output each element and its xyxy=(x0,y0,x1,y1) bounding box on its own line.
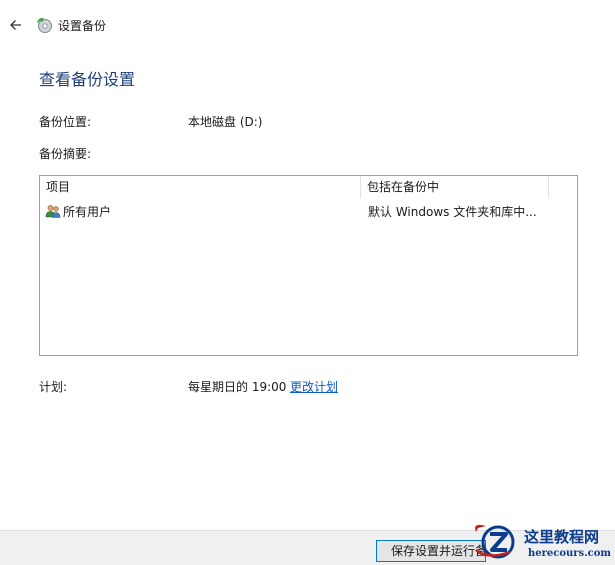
watermark-url: herecours.com xyxy=(528,548,612,559)
window-title: 设置备份 xyxy=(58,19,107,33)
backup-app-icon xyxy=(37,17,52,33)
site-watermark: 这里教程网 herecours.com xyxy=(466,518,615,564)
list-item[interactable]: 所有用户 默认 Windows 文件夹和库中... xyxy=(40,201,577,221)
list-header: 项目 包括在备份中 xyxy=(40,176,577,198)
column-header-included[interactable]: 包括在备份中 xyxy=(361,176,549,198)
users-icon xyxy=(45,205,61,218)
change-schedule-link[interactable]: 更改计划 xyxy=(290,378,338,395)
list-item-name: 所有用户 xyxy=(63,205,112,219)
backup-location-value: 本地磁盘 (D:) xyxy=(188,115,263,129)
watermark-logo-icon xyxy=(475,524,515,559)
column-header-item[interactable]: 项目 xyxy=(40,176,361,198)
schedule-value: 每星期日的 19:00 xyxy=(188,380,287,394)
schedule-label: 计划: xyxy=(39,380,68,394)
backup-summary-label: 备份摘要: xyxy=(39,147,92,161)
backup-location-label: 备份位置: xyxy=(39,115,92,129)
backup-summary-list[interactable]: 项目 包括在备份中 所有用户 默认 Windows 文件夹和库中... xyxy=(39,175,578,356)
window-header: 设置备份 xyxy=(0,0,615,48)
back-arrow-icon[interactable] xyxy=(6,15,26,35)
list-item-included: 默认 Windows 文件夹和库中... xyxy=(368,205,537,219)
page-title: 查看备份设置 xyxy=(39,70,136,89)
watermark-title: 这里教程网 xyxy=(524,528,600,546)
backup-setup-window: 设置备份 查看备份设置 备份位置: 本地磁盘 (D:) 备份摘要: 项目 包括在… xyxy=(0,0,615,565)
